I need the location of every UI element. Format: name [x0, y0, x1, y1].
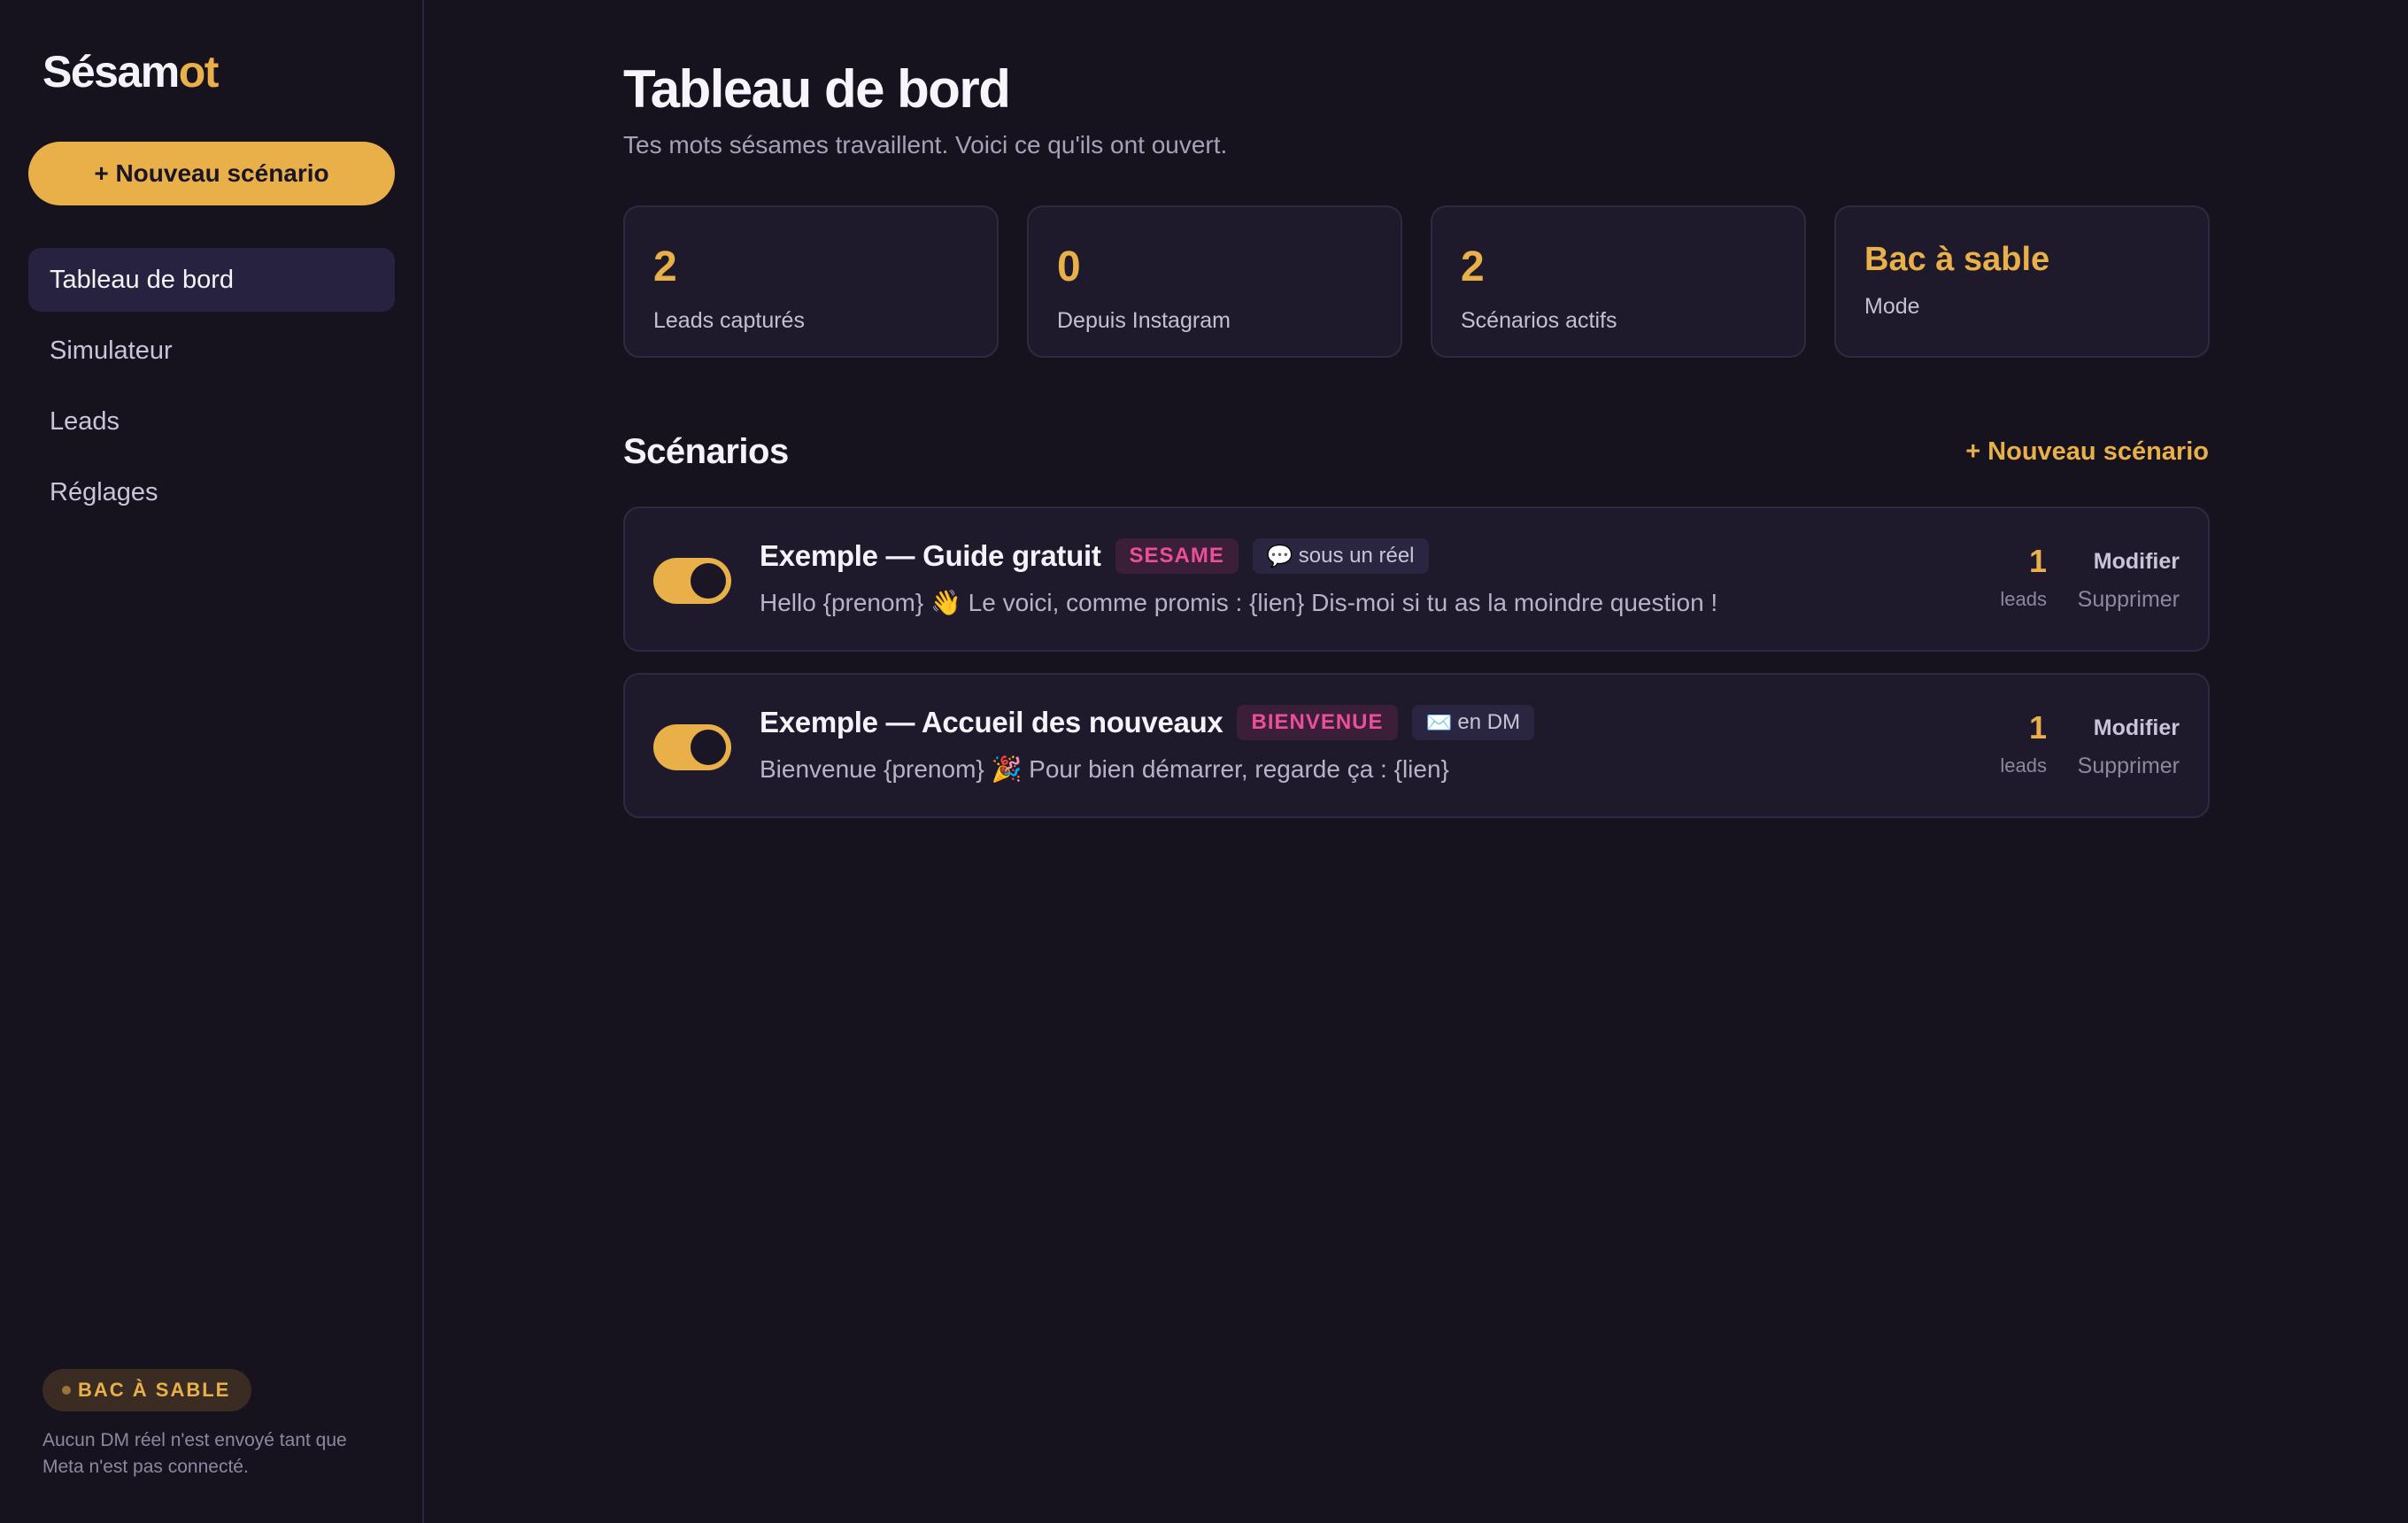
scenario-title: Exemple — Guide gratuit: [760, 539, 1101, 572]
logo-accent: ot: [178, 47, 220, 97]
logo: Sésamot: [42, 46, 220, 97]
scenario-toggle[interactable]: [653, 558, 731, 604]
scenario-actions: Modifier Supprimer: [2078, 715, 2180, 779]
scenario-toggle[interactable]: [653, 724, 731, 770]
trigger-badge: ✉️ en DM: [1411, 705, 1535, 740]
keyword-badge: SESAME: [1115, 538, 1239, 574]
scenario-title: Exemple — Accueil des nouveaux: [760, 706, 1223, 738]
sandbox-badge-label: BAC À SABLE: [78, 1379, 231, 1401]
stat-label: Depuis Instagram: [1057, 308, 1231, 333]
speech-bubble-icon: 💬: [1266, 544, 1293, 568]
scenario-list: Exemple — Guide gratuit SESAME 💬 sous un…: [623, 506, 2210, 839]
scenario-header: Exemple — Accueil des nouveaux BIENVENUE…: [760, 705, 1535, 740]
delete-button[interactable]: Supprimer: [2078, 754, 2180, 779]
stat-value: Bac à sable: [1864, 241, 2050, 278]
stat-label: Scénarios actifs: [1461, 308, 1617, 333]
logo-main: Sésam: [42, 47, 180, 97]
sandbox-badge: BAC À SABLE: [42, 1369, 252, 1411]
scenario-message: Hello {prenom} 👋 Le voici, comme promis …: [760, 589, 1718, 616]
page-title: Tableau de bord: [623, 59, 1011, 119]
trigger-badge: 💬 sous un réel: [1252, 538, 1429, 574]
scenario-header: Exemple — Guide gratuit SESAME 💬 sous un…: [760, 538, 1429, 574]
scenario-card: Exemple — Guide gratuit SESAME 💬 sous un…: [623, 506, 2210, 652]
status-dot-icon: [62, 1386, 71, 1395]
sidebar-item-settings[interactable]: Réglages: [28, 460, 395, 524]
edit-button[interactable]: Modifier: [2078, 715, 2180, 741]
stats-row: 2 Leads capturés 0 Depuis Instagram 2 Sc…: [623, 205, 2210, 358]
sidebar: Sésamot + Nouveau scénario Tableau de bo…: [0, 0, 424, 1523]
edit-button[interactable]: Modifier: [2078, 549, 2180, 575]
sidebar-item-dashboard[interactable]: Tableau de bord: [28, 248, 395, 312]
trigger-label: en DM: [1457, 710, 1521, 734]
keyword-badge: BIENVENUE: [1237, 705, 1398, 740]
scenarios-heading: Scénarios: [623, 432, 789, 471]
sidebar-nav: Tableau de bord Simulateur Leads Réglage…: [28, 248, 395, 531]
stat-card-active-scenarios: 2 Scénarios actifs: [1431, 205, 1806, 358]
scenario-leads: 1 leads: [2000, 544, 2047, 611]
sidebar-item-simulator[interactable]: Simulateur: [28, 319, 395, 383]
envelope-icon: ✉️: [1425, 710, 1453, 735]
scenario-leads: 1 leads: [2000, 710, 2047, 777]
main-content: Tableau de bord Tes mots sésames travail…: [424, 0, 2408, 1523]
trigger-label: sous un réel: [1298, 544, 1415, 568]
stat-value: 2: [1461, 244, 1485, 290]
new-scenario-link[interactable]: + Nouveau scénario: [1965, 437, 2209, 467]
delete-button[interactable]: Supprimer: [2078, 587, 2180, 613]
stat-label: Leads capturés: [653, 308, 805, 333]
scenario-card: Exemple — Accueil des nouveaux BIENVENUE…: [623, 673, 2210, 818]
scenario-message: Bienvenue {prenom} 🎉 Pour bien démarrer,…: [760, 755, 1449, 783]
sidebar-item-leads[interactable]: Leads: [28, 390, 395, 453]
sandbox-note: Aucun DM réel n'est envoyé tant que Meta…: [42, 1430, 347, 1477]
stat-label: Mode: [1864, 294, 1920, 319]
leads-count: 1: [2028, 709, 2047, 746]
leads-count: 1: [2028, 543, 2047, 579]
page-subtitle: Tes mots sésames travaillent. Voici ce q…: [623, 131, 1228, 158]
stat-value: 0: [1057, 244, 1081, 290]
toggle-knob: [691, 730, 726, 765]
stat-value: 2: [653, 244, 677, 290]
stat-card-leads: 2 Leads capturés: [623, 205, 999, 358]
stat-card-mode: Bac à sable Mode: [1834, 205, 2210, 358]
toggle-knob: [691, 563, 726, 599]
leads-label: leads: [2000, 587, 2047, 610]
leads-label: leads: [2000, 754, 2047, 777]
scenario-actions: Modifier Supprimer: [2078, 549, 2180, 613]
new-scenario-button[interactable]: + Nouveau scénario: [28, 142, 395, 205]
stat-card-instagram: 0 Depuis Instagram: [1027, 205, 1402, 358]
app-root: Sésamot + Nouveau scénario Tableau de bo…: [0, 0, 2408, 1523]
